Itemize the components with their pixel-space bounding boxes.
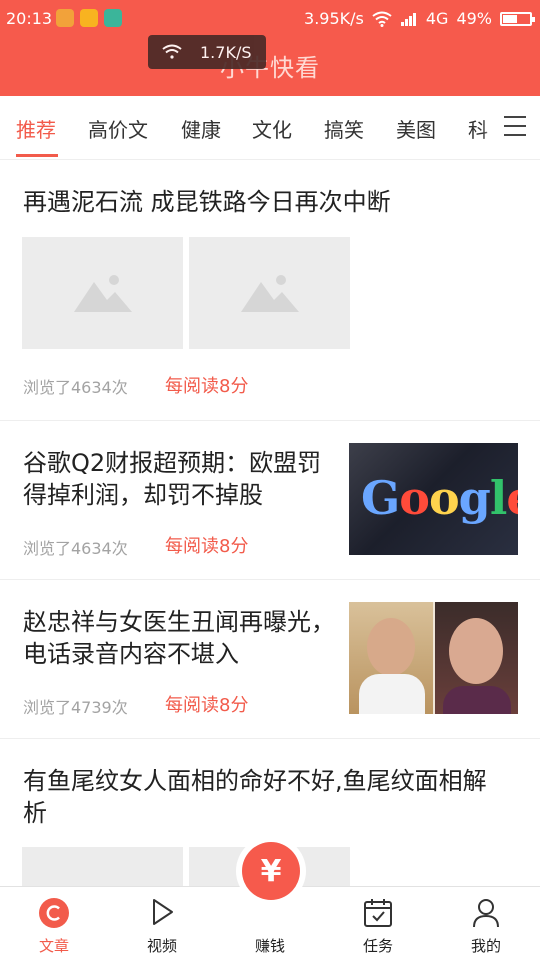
article-title: 有鱼尾纹女人面相的命好不好,鱼尾纹面相解析 bbox=[23, 767, 487, 827]
article-icon bbox=[39, 898, 69, 928]
app-notification-icon bbox=[104, 9, 122, 27]
menu-icon[interactable] bbox=[504, 116, 526, 136]
reward-label: 每阅读8分 bbox=[165, 536, 249, 557]
article-title: 赵忠祥与女医生丑闻再曝光，电话录音内容不堪入 bbox=[23, 608, 335, 668]
image-placeholder bbox=[189, 237, 350, 349]
article-item[interactable]: 再遇泥石流 成昆铁路今日再次中断 浏览了4634次 每阅读8分 bbox=[0, 160, 540, 421]
tab-health[interactable]: 健康 bbox=[181, 114, 221, 143]
status-right: 3.95K/s 4G 49% bbox=[304, 9, 535, 28]
battery-icon bbox=[500, 11, 535, 26]
nav-label: 文章 bbox=[38, 937, 69, 955]
tab-pictures[interactable]: 美图 bbox=[396, 114, 436, 143]
user-icon bbox=[473, 899, 499, 928]
article-item[interactable]: 赵忠祥与女医生丑闻再曝光，电话录音内容不堪入 浏览了4739次 每阅读8分 bbox=[0, 580, 540, 739]
wifi-icon bbox=[162, 44, 182, 59]
tab-recommended[interactable]: 推荐 bbox=[16, 114, 56, 143]
article-title: 再遇泥石流 成昆铁路今日再次中断 bbox=[23, 188, 391, 216]
nav-tasks[interactable]: 任务 bbox=[324, 887, 432, 960]
app-header: 20:13 3.95K/s 4G 49% 小牛快看 1.7K/S bbox=[0, 0, 540, 96]
tab-funny[interactable]: 搞笑 bbox=[324, 114, 364, 143]
image-placeholder bbox=[22, 237, 183, 349]
app-title: 小牛快看 bbox=[220, 54, 320, 82]
calendar-check-icon bbox=[364, 899, 392, 927]
nav-articles[interactable]: 文章 bbox=[0, 887, 108, 960]
signal-icon bbox=[400, 12, 416, 26]
nav-label: 任务 bbox=[362, 937, 393, 955]
image-placeholder-icon bbox=[240, 275, 299, 312]
tab-high-value[interactable]: 高价文 bbox=[88, 114, 148, 143]
nav-label: 我的 bbox=[470, 937, 501, 955]
nav-video[interactable]: 视频 bbox=[108, 887, 216, 960]
image-placeholder bbox=[22, 847, 183, 886]
wifi-icon bbox=[372, 11, 392, 27]
reward-label: 每阅读8分 bbox=[165, 695, 249, 716]
nav-label: 视频 bbox=[146, 937, 177, 955]
article-thumbnail bbox=[349, 602, 518, 714]
view-count: 浏览了4634次 bbox=[23, 539, 128, 558]
notification-icons bbox=[56, 9, 122, 27]
status-bar: 20:13 3.95K/s 4G 49% bbox=[0, 0, 540, 38]
reward-label: 每阅读8分 bbox=[165, 376, 249, 397]
portrait-photo bbox=[435, 602, 518, 714]
article-title: 谷歌Q2财报超预期：欧盟罚得掉利润，却罚不掉股 bbox=[23, 449, 322, 509]
network-speed-toast: 1.7K/S bbox=[148, 35, 266, 69]
app-notification-icon bbox=[56, 9, 74, 27]
nav-label: 赚钱 bbox=[254, 937, 285, 955]
category-tabs: 推荐 高价文 健康 文化 搞笑 美图 科 bbox=[0, 96, 540, 160]
network-speed: 3.95K/s bbox=[304, 9, 364, 28]
nav-profile[interactable]: 我的 bbox=[432, 887, 540, 960]
play-icon bbox=[153, 899, 173, 925]
image-placeholder-icon bbox=[73, 275, 132, 312]
network-type: 4G bbox=[425, 9, 449, 28]
portrait-photo bbox=[349, 602, 433, 714]
status-time: 20:13 bbox=[6, 9, 53, 28]
earn-symbol: ¥ bbox=[260, 853, 282, 889]
battery-percent: 49% bbox=[456, 9, 492, 28]
view-count: 浏览了4739次 bbox=[23, 698, 128, 717]
app-notification-icon bbox=[80, 9, 98, 27]
tab-culture[interactable]: 文化 bbox=[252, 114, 292, 143]
google-logo: Google bbox=[361, 471, 518, 525]
toast-speed: 1.7K/S bbox=[200, 42, 252, 62]
view-count: 浏览了4634次 bbox=[23, 378, 128, 397]
active-tab-indicator bbox=[16, 154, 58, 157]
article-thumbnail: Google bbox=[349, 443, 518, 555]
article-item[interactable]: 谷歌Q2财报超预期：欧盟罚得掉利润，却罚不掉股 Google 浏览了4634次 … bbox=[0, 421, 540, 580]
yuan-icon[interactable]: ¥ bbox=[242, 842, 300, 900]
